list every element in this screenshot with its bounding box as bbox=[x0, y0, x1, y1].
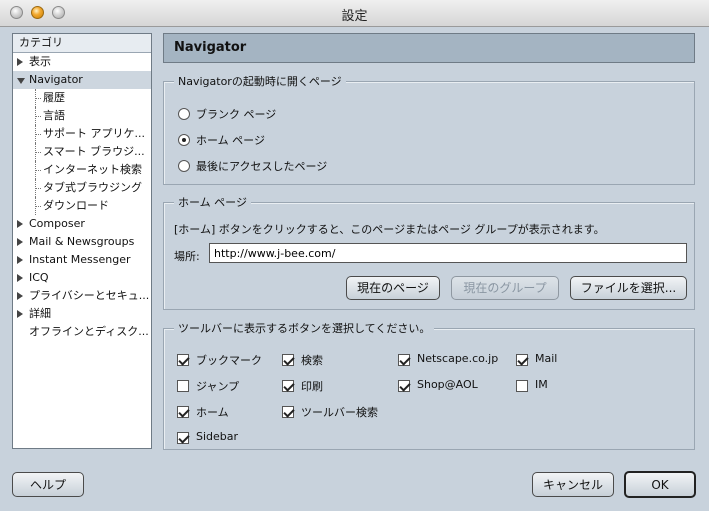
radio-last-page-label[interactable]: 最後にアクセスしたページ bbox=[196, 158, 327, 174]
sidebar-item-label: オフラインとディスク... bbox=[29, 325, 149, 338]
ok-button[interactable]: OK bbox=[624, 471, 696, 498]
startup-group: Navigatorの起動時に開くページ ブランク ページ ホーム ページ 最後に… bbox=[163, 73, 695, 185]
checkbox-home[interactable] bbox=[177, 406, 189, 418]
checkbox-sidebar[interactable] bbox=[177, 432, 189, 444]
sidebar-item-history[interactable]: 履歴 bbox=[13, 89, 151, 107]
checkbox-search[interactable] bbox=[282, 354, 294, 366]
sidebar-item-label: Instant Messenger bbox=[29, 253, 131, 266]
checkbox-toolbar-search-label[interactable]: ツールバー検索 bbox=[301, 404, 378, 420]
location-input[interactable] bbox=[209, 243, 687, 263]
checkbox-sidebar-label[interactable]: Sidebar bbox=[196, 430, 238, 443]
checkbox-shop-aol[interactable] bbox=[398, 380, 410, 392]
startup-group-legend: Navigatorの起動時に開くページ bbox=[174, 73, 346, 89]
sidebar-item-tabbed-browsing[interactable]: タブ式ブラウジング bbox=[13, 179, 151, 197]
expand-triangle-icon[interactable] bbox=[17, 292, 23, 300]
sidebar-item-label: ダウンロード bbox=[43, 199, 109, 212]
expand-triangle-icon[interactable] bbox=[17, 310, 23, 318]
sidebar-item-navigator[interactable]: Navigator bbox=[13, 71, 151, 89]
window-title: 設定 bbox=[341, 9, 368, 24]
page-title: Navigator bbox=[163, 33, 695, 63]
sidebar-item-label: 表示 bbox=[29, 55, 51, 68]
checkbox-print[interactable] bbox=[282, 380, 294, 392]
sidebar-item-mail-newsgroups[interactable]: Mail & Newsgroups bbox=[13, 233, 151, 251]
checkbox-mail[interactable] bbox=[516, 354, 528, 366]
sidebar-item-label: ICQ bbox=[29, 271, 49, 284]
location-label: 場所: bbox=[174, 250, 200, 263]
homepage-description: [ホーム] ボタンをクリックすると、このページまたはページ グループが表示されま… bbox=[174, 223, 605, 236]
checkbox-im[interactable] bbox=[516, 380, 528, 392]
checkbox-netscape-label[interactable]: Netscape.co.jp bbox=[417, 352, 498, 365]
expand-triangle-icon[interactable] bbox=[17, 220, 23, 228]
expand-triangle-icon[interactable] bbox=[17, 256, 23, 264]
sidebar-item-internet-search[interactable]: インターネット検索 bbox=[13, 161, 151, 179]
category-header: カテゴリ bbox=[13, 34, 151, 53]
checkbox-search-label[interactable]: 検索 bbox=[301, 352, 323, 368]
checkbox-bookmarks-label[interactable]: ブックマーク bbox=[196, 352, 262, 368]
sidebar-item-advanced[interactable]: 詳細 bbox=[13, 305, 151, 323]
title-bar: 設定 bbox=[0, 0, 709, 27]
toolbar-buttons-group: ツールバーに表示するボタンを選択してください。 ブックマーク 検索 Netsca… bbox=[163, 320, 695, 450]
sidebar-item-helper-apps[interactable]: サポート アプリケ... bbox=[13, 125, 151, 143]
sidebar-item-languages[interactable]: 言語 bbox=[13, 107, 151, 125]
homepage-group: ホーム ページ [ホーム] ボタンをクリックすると、このページまたはページ グル… bbox=[163, 194, 695, 310]
sidebar-item-label: Mail & Newsgroups bbox=[29, 235, 135, 248]
sidebar-item-label: タブ式ブラウジング bbox=[43, 181, 142, 194]
category-tree: カテゴリ 表示 Navigator 履歴 言語 サポート アプリケ... スマー… bbox=[12, 33, 152, 449]
radio-home-page-label[interactable]: ホーム ページ bbox=[196, 132, 265, 148]
expand-triangle-icon[interactable] bbox=[17, 238, 23, 246]
sidebar-item-downloads[interactable]: ダウンロード bbox=[13, 197, 151, 215]
checkbox-go[interactable] bbox=[177, 380, 189, 392]
sidebar-item-composer[interactable]: Composer bbox=[13, 215, 151, 233]
sidebar-item-offline-disk[interactable]: オフラインとディスク... bbox=[13, 323, 151, 341]
choose-file-button[interactable]: ファイルを選択... bbox=[570, 276, 687, 300]
sidebar-item-privacy-security[interactable]: プライバシーとセキュ... bbox=[13, 287, 151, 305]
checkbox-toolbar-search[interactable] bbox=[282, 406, 294, 418]
use-current-group-button: 現在のグループ bbox=[451, 276, 559, 300]
preferences-window: 設定 カテゴリ 表示 Navigator 履歴 言語 サポート アプリケ... … bbox=[0, 0, 709, 511]
sidebar-item-label: 言語 bbox=[43, 109, 65, 122]
checkbox-home-label[interactable]: ホーム bbox=[196, 404, 229, 420]
cancel-button[interactable]: キャンセル bbox=[532, 472, 614, 497]
sidebar-item-label: プライバシーとセキュ... bbox=[29, 289, 150, 302]
checkbox-im-label[interactable]: IM bbox=[535, 378, 548, 391]
sidebar-item-label: インターネット検索 bbox=[43, 163, 142, 176]
checkbox-print-label[interactable]: 印刷 bbox=[301, 378, 323, 394]
sidebar-item-appearance[interactable]: 表示 bbox=[13, 53, 151, 71]
sidebar-item-label: Composer bbox=[29, 217, 85, 230]
sidebar-item-label: サポート アプリケ... bbox=[43, 127, 145, 140]
sidebar-item-instant-messenger[interactable]: Instant Messenger bbox=[13, 251, 151, 269]
sidebar-item-smart-browsing[interactable]: スマート ブラウジ... bbox=[13, 143, 151, 161]
sidebar-item-label: 詳細 bbox=[29, 307, 51, 320]
expand-triangle-icon[interactable] bbox=[17, 274, 23, 282]
checkbox-mail-label[interactable]: Mail bbox=[535, 352, 557, 365]
sidebar-item-label: 履歴 bbox=[43, 91, 65, 104]
toolbar-group-legend: ツールバーに表示するボタンを選択してください。 bbox=[174, 320, 435, 336]
sidebar-item-label: Navigator bbox=[29, 73, 83, 86]
checkbox-go-label[interactable]: ジャンプ bbox=[196, 378, 239, 394]
use-current-page-button[interactable]: 現在のページ bbox=[346, 276, 440, 300]
checkbox-bookmarks[interactable] bbox=[177, 354, 189, 366]
sidebar-item-icq[interactable]: ICQ bbox=[13, 269, 151, 287]
radio-home-page[interactable] bbox=[178, 134, 190, 146]
checkbox-shop-aol-label[interactable]: Shop@AOL bbox=[417, 378, 478, 391]
sidebar-item-label: スマート ブラウジ... bbox=[43, 145, 145, 158]
checkbox-netscape[interactable] bbox=[398, 354, 410, 366]
radio-last-page[interactable] bbox=[178, 160, 190, 172]
collapse-triangle-icon[interactable] bbox=[17, 78, 25, 84]
homepage-group-legend: ホーム ページ bbox=[174, 194, 251, 210]
radio-blank-page[interactable] bbox=[178, 108, 190, 120]
radio-blank-page-label[interactable]: ブランク ページ bbox=[196, 106, 276, 122]
expand-triangle-icon[interactable] bbox=[17, 58, 23, 66]
help-button[interactable]: ヘルプ bbox=[12, 472, 84, 497]
